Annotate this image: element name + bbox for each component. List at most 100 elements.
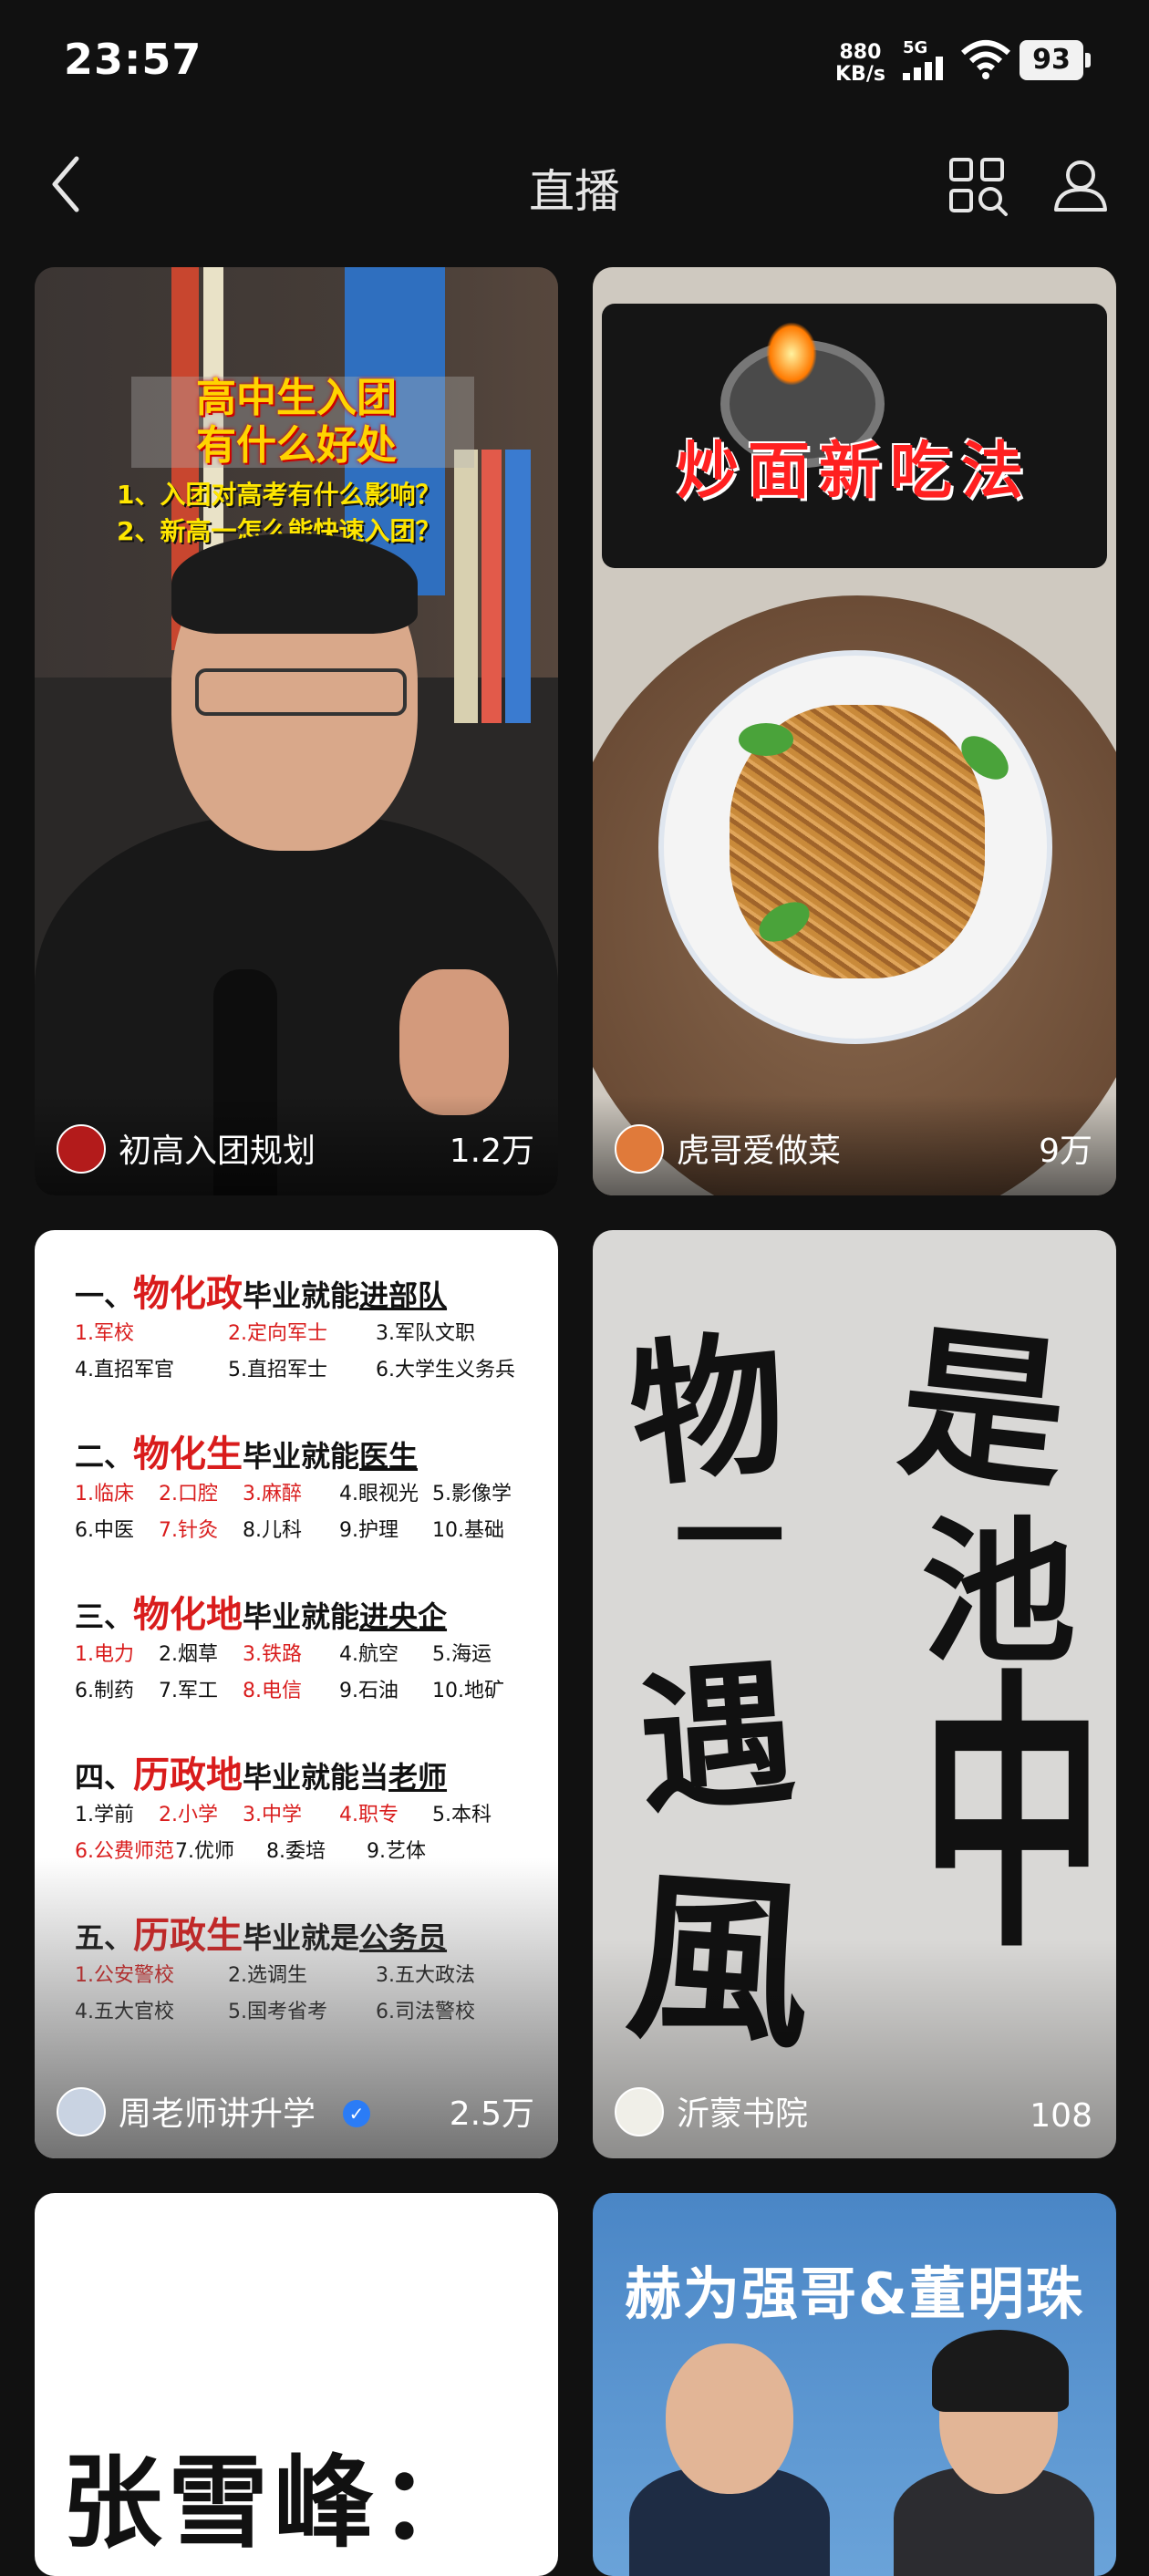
heading-subject: 物化政 [133, 1273, 243, 1315]
viewer-count: 9万 [1039, 1133, 1092, 1170]
heading-goal: 老师 [388, 1760, 448, 1795]
heading-num: 三、 [75, 1599, 134, 1634]
list-item: 7.针灸 [159, 1519, 218, 1542]
list-item: 6.大学生义务兵 [376, 1359, 515, 1381]
viewer-count: 2.5万 [449, 2095, 534, 2133]
section-heading: 三、物化地毕业就能进央企 [75, 1595, 447, 1637]
live-card-4[interactable]: 物 一 遇 風 是 池 中 沂蒙书院 108 [593, 1230, 1116, 2158]
list-item: 10.地矿 [432, 1680, 504, 1702]
list-item: 3.军队文职 [376, 1322, 475, 1345]
verified-icon: ✓ [343, 2100, 370, 2127]
list-row: 1.军校 2.定向军士 3.军队文职 [75, 1316, 475, 1352]
book [454, 450, 478, 723]
list-item: 5.直招军士 [228, 1359, 327, 1381]
list-row: 1.电力 2.烟草 3.铁路 4.航空 5.海运 [75, 1637, 492, 1673]
live-card-6[interactable]: 赫为强哥&董明珠 [593, 2193, 1116, 2576]
list-item: 10.基础 [432, 1519, 504, 1542]
list-section: 三、物化地毕业就能进央企 1.电力 2.烟草 3.铁路 4.航空 5.海运 6.制药 7.军工… [75, 1595, 504, 1710]
list-item: 4.眼视光 [339, 1483, 419, 1505]
section-heading: 二、物化生毕业就能医生 [75, 1434, 418, 1476]
list-section: 四、历政地毕业就能当老师 1.学前 2.小学 3.中学 4.职专 5.本科 6.公费师范 7.… [75, 1755, 492, 1870]
live-card-1[interactable]: 高中生入团 有什么好处 1、入团对高考有什么影响？ 2、新高一怎么能快速入团？ … [35, 267, 558, 1195]
live-card-2[interactable]: 炒面新吃法 虎哥爱做菜 9万 [593, 267, 1116, 1195]
battery-icon: 93 [1020, 40, 1091, 80]
streamer-name: 初高入团规划 [119, 1133, 316, 1170]
net-speed-unit: KB/s [835, 63, 885, 86]
list-item: 1.临床 [75, 1483, 134, 1505]
list-item: 2.定向军士 [228, 1322, 327, 1345]
streamer-name: 虎哥爱做菜 [677, 1133, 842, 1170]
thumb-title: 赫为强哥&董明珠 [624, 2260, 1085, 2327]
live-card-3[interactable]: 一、物化政毕业就能进部队 1.军校 2.定向军士 3.军队文职 4.直招军官 5.直招军士… [35, 1230, 558, 2158]
list-item: 1.军校 [75, 1322, 134, 1345]
avatar[interactable] [615, 1124, 664, 1174]
thumb-title-line2: 有什么好处 [196, 422, 397, 469]
avatar[interactable] [57, 1124, 106, 1174]
heading-mid: 毕业就能 [243, 1439, 360, 1474]
list-item: 8.儿科 [243, 1519, 302, 1542]
heading-mid: 毕业就能 [243, 1599, 360, 1634]
list-item: 3.中学 [243, 1804, 302, 1826]
net-speed-value: 880 [839, 41, 882, 64]
signal-icon [903, 57, 943, 80]
list-item: 9.护理 [339, 1519, 399, 1542]
thumb-title-line1: 高中生入团 [196, 375, 397, 421]
user-icon[interactable] [1052, 157, 1109, 213]
list-item: 7.军工 [159, 1680, 218, 1702]
list-item: 2.烟草 [159, 1643, 218, 1666]
presenter-hand [399, 969, 509, 1115]
heading-subject: 历政地 [133, 1754, 243, 1796]
net-speed: 880 KB/s [835, 42, 885, 86]
presenter-glasses [195, 668, 407, 716]
thumb-title: 张雪峰： [62, 2445, 485, 2561]
heading-num: 二、 [75, 1439, 134, 1474]
thumb-title: 炒面新吃法 [676, 436, 1032, 508]
thumb-title: 高中生入团 有什么好处 [35, 375, 558, 470]
scan-grid-icon[interactable] [948, 157, 1009, 217]
avatar[interactable] [615, 2087, 664, 2136]
calligraphy-char: 一 [675, 1474, 784, 1602]
list-item: 5.本科 [432, 1804, 492, 1826]
list-item: 9.石油 [339, 1680, 399, 1702]
streamer-name: 周老师讲升学 [119, 2095, 316, 2133]
list-item: 8.电信 [243, 1680, 302, 1702]
person-right-hair [932, 2330, 1069, 2412]
list-item: 1.学前 [75, 1804, 134, 1826]
section-heading: 一、物化政毕业就能进部队 [75, 1274, 447, 1316]
list-row: 6.制药 7.军工 8.电信 9.石油 10.地矿 [75, 1673, 504, 1710]
viewer-count: 1.2万 [449, 1133, 534, 1170]
list-item: 3.铁路 [243, 1643, 302, 1666]
avatar[interactable] [57, 2087, 106, 2136]
status-time: 23:57 [64, 35, 202, 84]
calligraphy-char: 遇 [633, 1642, 801, 1836]
vegetable [739, 723, 793, 756]
list-item: 2.小学 [159, 1804, 218, 1826]
network-type: 5G [903, 38, 928, 57]
list-item: 5.海运 [432, 1643, 492, 1666]
book [505, 450, 531, 723]
heading-goal: 进央企 [359, 1599, 448, 1634]
status-bar: 23:57 880 KB/s 5G 93 [0, 0, 1149, 128]
list-section: 一、物化政毕业就能进部队 1.军校 2.定向军士 3.军队文职 4.直招军官 5.直招军士… [75, 1274, 515, 1389]
heading-subject: 物化地 [133, 1594, 243, 1636]
list-item: 3.麻醉 [243, 1483, 302, 1505]
list-row: 1.学前 2.小学 3.中学 4.职专 5.本科 [75, 1797, 492, 1834]
list-row: 1.临床 2.口腔 3.麻醉 4.眼视光 5.影像学 [75, 1476, 512, 1513]
list-item: 4.航空 [339, 1643, 399, 1666]
live-card-5[interactable]: 张雪峰： [35, 2193, 558, 2576]
thumb-point-1: 1、入团对高考有什么影响？ [117, 480, 441, 510]
heading-num: 四、 [75, 1760, 134, 1795]
heading-mid: 毕业就能 [243, 1278, 360, 1313]
wifi-icon [961, 40, 1010, 79]
heading-num: 一、 [75, 1278, 134, 1313]
heading-subject: 物化生 [133, 1433, 243, 1475]
section-heading: 四、历政地毕业就能当老师 [75, 1755, 447, 1797]
presenter-hair [171, 533, 418, 634]
heading-mid: 毕业就能当 [243, 1760, 389, 1795]
list-item: 4.直招军官 [75, 1359, 174, 1381]
heading-goal: 进部队 [359, 1278, 448, 1313]
list-row: 4.直招军官 5.直招军士 6.大学生义务兵 [75, 1352, 515, 1389]
list-item: 6.中医 [75, 1519, 134, 1542]
list-item: 2.口腔 [159, 1483, 218, 1505]
list-row: 6.中医 7.针灸 8.儿科 9.护理 10.基础 [75, 1513, 504, 1549]
